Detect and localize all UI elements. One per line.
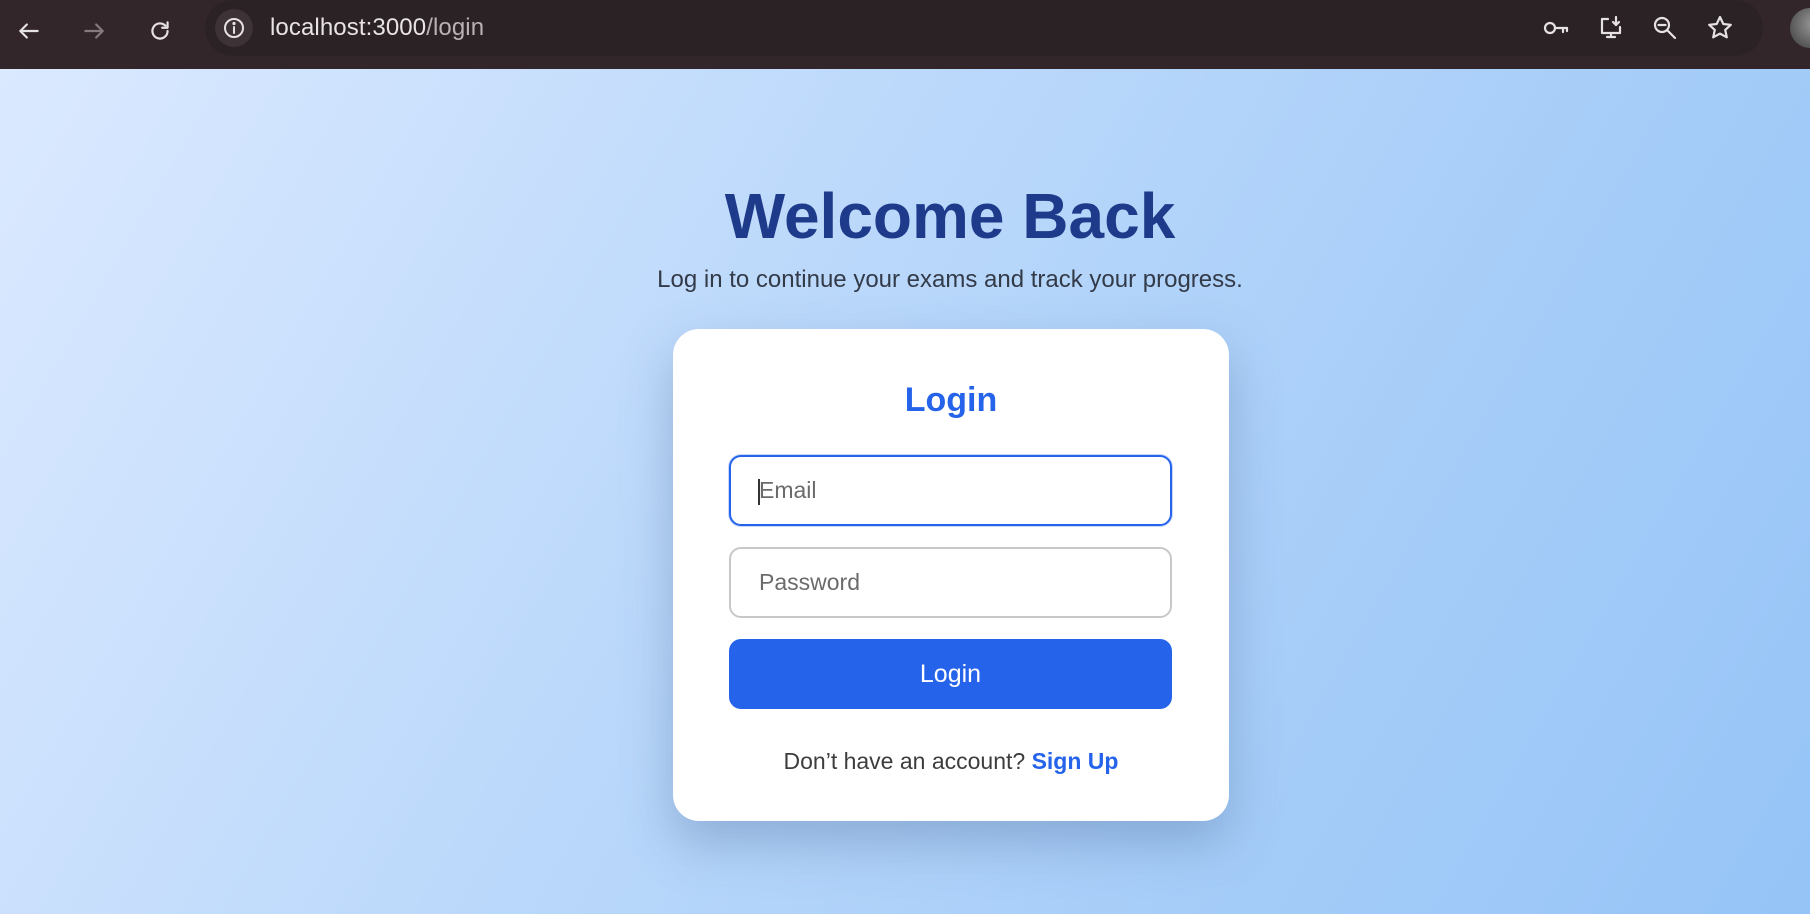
address-bar[interactable]: localhost:3000/login bbox=[205, 0, 1763, 56]
reload-icon bbox=[151, 21, 169, 40]
url-path: /login bbox=[426, 14, 485, 41]
key-icon bbox=[1543, 21, 1569, 35]
text-cursor bbox=[758, 479, 760, 505]
passwords-button[interactable] bbox=[1538, 10, 1574, 46]
arrow-right-icon bbox=[84, 23, 104, 39]
signup-link[interactable]: Sign Up bbox=[1032, 748, 1119, 774]
back-button[interactable] bbox=[9, 11, 49, 51]
browser-toolbar: localhost:3000/login bbox=[0, 0, 1810, 69]
login-card: Login Login Don’t have an account? Sign … bbox=[673, 329, 1229, 821]
signup-prompt-text: Don’t have an account? bbox=[783, 748, 1026, 774]
site-info-button[interactable] bbox=[215, 9, 253, 47]
zoom-button[interactable] bbox=[1647, 10, 1683, 46]
install-app-button[interactable] bbox=[1593, 10, 1629, 46]
reload-button[interactable] bbox=[140, 11, 180, 51]
login-button[interactable]: Login bbox=[729, 639, 1172, 709]
welcome-title: Welcome Back bbox=[724, 180, 1176, 252]
profile-avatar[interactable] bbox=[1790, 8, 1810, 48]
star-icon bbox=[1708, 15, 1732, 39]
url-text[interactable]: localhost:3000/login bbox=[270, 14, 484, 42]
password-field[interactable] bbox=[729, 547, 1172, 618]
signup-prompt-row: Don’t have an account? Sign Up bbox=[673, 748, 1229, 775]
login-card-title: Login bbox=[904, 381, 998, 419]
login-page: Welcome Back Log in to continue your exa… bbox=[0, 69, 1810, 914]
url-host: localhost:3000 bbox=[270, 14, 427, 41]
install-app-icon bbox=[1600, 15, 1622, 39]
info-icon bbox=[224, 18, 244, 38]
bookmark-button[interactable] bbox=[1702, 10, 1738, 46]
email-field[interactable] bbox=[729, 455, 1172, 526]
arrow-left-icon bbox=[19, 23, 39, 39]
zoom-out-icon bbox=[1653, 16, 1677, 40]
welcome-subtitle: Log in to continue your exams and track … bbox=[657, 266, 1243, 293]
forward-button[interactable] bbox=[74, 11, 114, 51]
